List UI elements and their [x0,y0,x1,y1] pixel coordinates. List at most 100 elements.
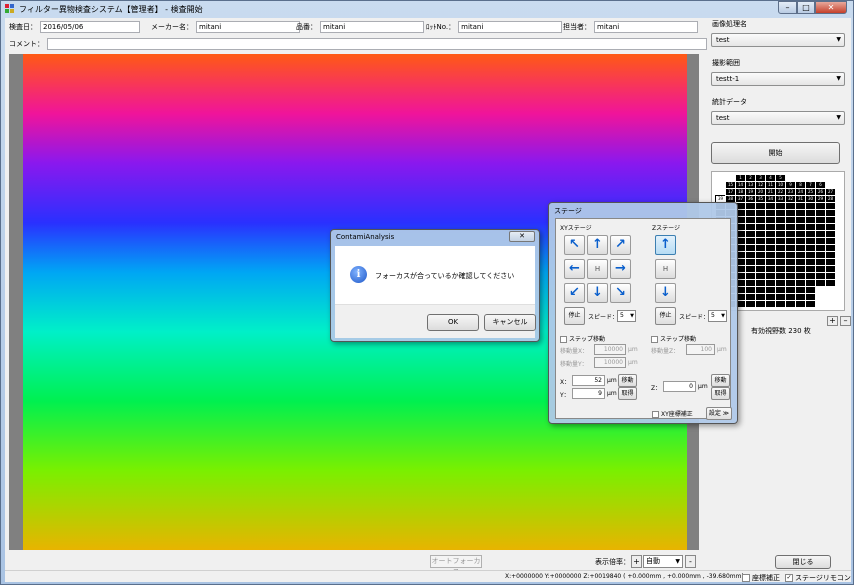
map-cell[interactable] [765,293,776,301]
map-cell[interactable] [785,209,796,217]
map-cell[interactable] [825,272,836,280]
map-cell[interactable] [805,209,816,217]
close-button[interactable]: 閉じる [775,555,831,569]
map-cell[interactable] [755,202,766,210]
map-cell[interactable] [805,216,816,224]
z-speed-select[interactable]: 5 ▼ [708,310,727,322]
z-up-button[interactable]: ↑ [655,235,676,255]
lot-field[interactable]: mitani [458,21,563,33]
map-cell[interactable] [805,293,816,301]
map-cell[interactable] [785,223,796,231]
map-cell[interactable] [825,244,836,252]
map-cell[interactable] [745,293,756,301]
map-cell[interactable] [785,258,796,266]
map-cell[interactable]: 18 [735,188,746,196]
map-cell[interactable] [785,265,796,273]
cancel-button[interactable]: キャンセル [484,314,536,331]
map-cell[interactable] [825,251,836,259]
map-cell[interactable]: 12 [755,181,766,189]
map-cell[interactable] [775,244,786,252]
map-cell[interactable]: 14 [735,181,746,189]
map-cell[interactable] [765,237,776,245]
map-plus-button[interactable]: + [827,316,838,326]
settings-button[interactable]: 設定 ≫ [706,407,732,420]
map-cell[interactable] [775,279,786,287]
map-cell[interactable] [785,293,796,301]
stats-select[interactable]: test ▼ [711,111,845,125]
map-cell[interactable] [795,216,806,224]
x-field[interactable]: 52 [572,375,605,386]
map-cell[interactable] [745,230,756,238]
map-cell[interactable] [755,286,766,294]
map-cell[interactable]: 10 [775,181,786,189]
map-cell[interactable] [795,279,806,287]
map-minus-button[interactable]: – [840,316,851,326]
map-cell[interactable] [745,202,756,210]
map-cell[interactable] [785,230,796,238]
map-cell[interactable] [755,237,766,245]
map-cell[interactable] [765,230,776,238]
product-field[interactable]: mitani [320,21,424,33]
map-cell[interactable] [745,258,756,266]
map-cell[interactable] [745,251,756,259]
map-cell[interactable] [785,272,796,280]
map-cell[interactable] [815,279,826,287]
map-cell[interactable]: 36 [745,195,756,203]
arrow-down-left-button[interactable]: ↙ [564,283,585,303]
image-proc-select[interactable]: test ▼ [711,33,845,47]
map-cell[interactable] [815,244,826,252]
map-cell[interactable] [825,265,836,273]
map-cell[interactable]: 11 [765,181,776,189]
map-cell[interactable] [755,293,766,301]
minimize-button[interactable]: – [778,1,797,14]
map-cell[interactable] [755,223,766,231]
xy-stop-button[interactable]: 停止 [564,307,585,325]
y-get-button[interactable]: 取得 [618,387,637,400]
map-cell[interactable] [825,279,836,287]
map-cell[interactable] [775,258,786,266]
map-cell[interactable] [775,293,786,301]
map-cell[interactable]: 15 [725,181,736,189]
map-cell[interactable]: 30 [805,195,816,203]
map-cell[interactable] [805,258,816,266]
map-cell[interactable]: 37 [735,195,746,203]
arrow-up-button[interactable]: ↑ [587,235,608,255]
map-cell[interactable]: 7 [805,181,816,189]
map-cell[interactable] [785,279,796,287]
map-cell[interactable] [785,286,796,294]
map-cell[interactable] [825,223,836,231]
map-cell[interactable] [815,230,826,238]
map-cell[interactable] [805,272,816,280]
map-cell[interactable] [795,202,806,210]
map-cell[interactable]: 13 [745,181,756,189]
stage-remote-checkbox[interactable]: ✓ ステージリモコン [785,573,851,583]
map-cell[interactable] [805,300,816,308]
map-cell[interactable] [785,202,796,210]
map-cell[interactable] [815,209,826,217]
map-cell[interactable] [765,251,776,259]
map-cell[interactable] [815,272,826,280]
move-y-field[interactable]: 10000 [594,357,626,368]
map-cell[interactable] [815,223,826,231]
map-cell[interactable] [815,251,826,259]
map-cell[interactable] [795,237,806,245]
map-cell[interactable]: 24 [795,188,806,196]
map-cell[interactable] [765,209,776,217]
map-cell[interactable] [765,223,776,231]
zoom-in-button[interactable]: + [631,555,642,568]
date-field[interactable]: 2016/05/06 [40,21,140,33]
z-step-move-checkbox[interactable]: ステップ移動 [651,334,696,343]
map-cell[interactable] [815,258,826,266]
map-cell[interactable] [785,216,796,224]
autofocus-button[interactable]: オートフォーカス [430,555,482,576]
map-cell[interactable] [775,202,786,210]
map-cell[interactable] [805,202,816,210]
xy-step-move-checkbox[interactable]: ステップ移動 [560,334,605,343]
map-cell[interactable]: 35 [755,195,766,203]
map-cell[interactable] [775,216,786,224]
xy-speed-select[interactable]: 5 ▼ [617,310,636,322]
map-cell[interactable] [805,279,816,287]
map-cell-header[interactable]: 4 [765,174,776,182]
map-cell[interactable] [775,265,786,273]
map-cell[interactable] [745,286,756,294]
